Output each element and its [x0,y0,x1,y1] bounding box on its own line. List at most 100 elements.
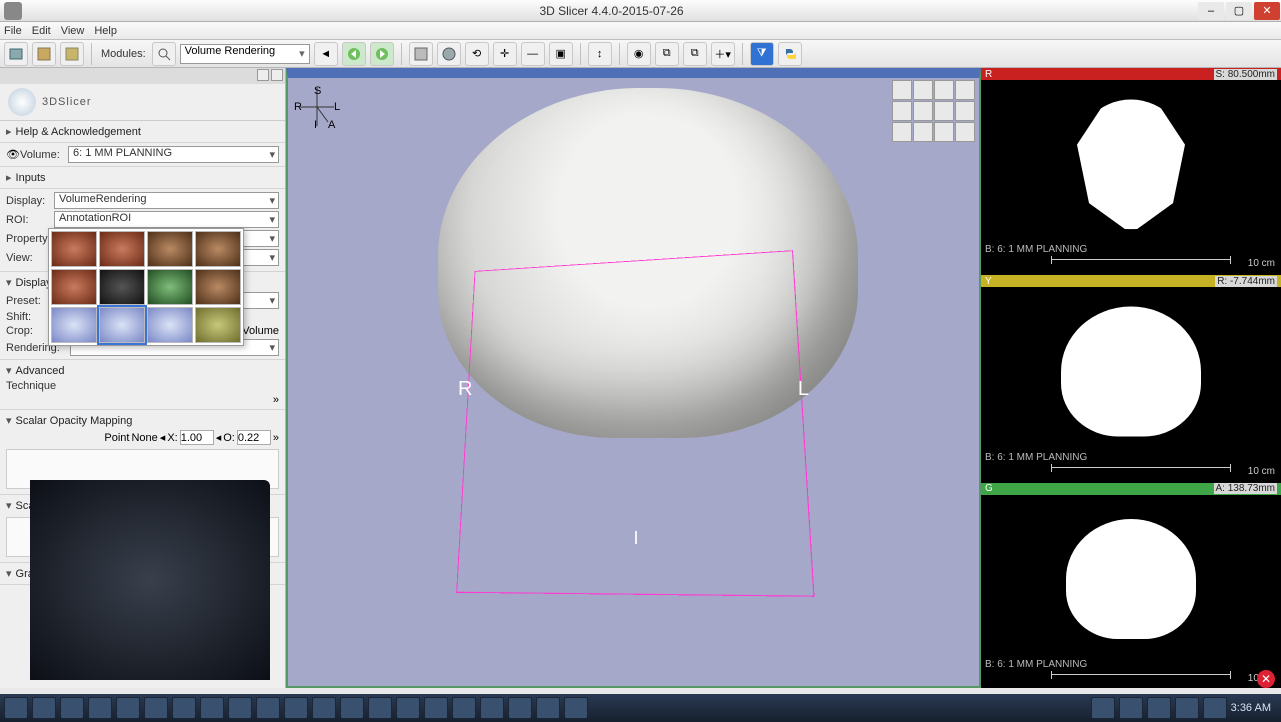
preset-thumb-selected[interactable] [99,307,145,343]
task-item[interactable] [424,697,448,719]
capture-button[interactable]: ◉ [627,42,651,66]
view-rock-icon[interactable] [892,101,912,121]
panel-pin-icon[interactable] [257,69,269,81]
tray-icon[interactable] [1091,697,1115,719]
view-center-icon[interactable] [955,80,975,100]
task-item[interactable] [312,697,336,719]
fit-volume-button[interactable]: Volume [242,325,279,337]
section-scalar-opacity[interactable]: Scalar Opacity Mapping [6,412,279,429]
preset-thumb[interactable] [147,231,193,267]
load-data-button[interactable] [4,42,28,66]
preset-thumb[interactable] [195,231,241,267]
slice-view-yellow[interactable]: YR: -7.744mm B: 6: 1 MM PLANNING 10 cm [981,275,1281,480]
tray-icon[interactable] [1147,697,1171,719]
nav-fwd-button[interactable] [370,42,394,66]
taskbar-clock[interactable]: 3:36 AM [1231,702,1271,714]
start-button[interactable] [4,697,28,719]
x-input[interactable] [180,430,214,445]
task-item[interactable] [200,697,224,719]
task-item[interactable] [228,697,252,719]
section-advanced[interactable]: Advanced [6,362,279,379]
task-item[interactable] [32,697,56,719]
module-history-back-button[interactable]: ◄ [314,42,338,66]
view-ruler-icon[interactable] [955,122,975,142]
view-stereo-icon[interactable] [934,101,954,121]
preset-thumb[interactable] [99,231,145,267]
task-item[interactable] [536,697,560,719]
task-item[interactable] [88,697,112,719]
volume-selector[interactable]: 6: 1 MM PLANNING [68,146,279,163]
window-close-button[interactable]: ✕ [1254,2,1280,20]
preset-thumb[interactable] [51,231,97,267]
window-maximize-button[interactable]: ▢ [1226,2,1252,20]
layout-button[interactable] [409,42,433,66]
task-item[interactable] [396,697,420,719]
slice-view-green[interactable]: GA: 138.73mm B: 6: 1 MM PLANNING 10 cm [981,483,1281,688]
overlay-close-button[interactable]: ✕ [1257,670,1275,688]
ruler-button[interactable]: ― [521,42,545,66]
restore-button[interactable]: ⟲ [465,42,489,66]
preset-thumb[interactable] [51,269,97,305]
menu-file[interactable]: File [4,25,22,37]
preset-thumb[interactable] [195,307,241,343]
view-spin-icon[interactable] [913,101,933,121]
task-item[interactable] [172,697,196,719]
extension-manager-button[interactable]: ⧩ [750,42,774,66]
o-input[interactable] [237,430,271,445]
section-inputs[interactable]: Inputs [6,169,279,186]
nav-back-button[interactable] [342,42,366,66]
task-item[interactable] [256,697,280,719]
menu-view[interactable]: View [61,25,85,37]
add-button[interactable]: ＋▾ [711,42,735,66]
python-console-button[interactable] [778,42,802,66]
section-help[interactable]: Help & Acknowledgement [6,123,279,140]
extensions-button[interactable]: ⧉ [683,42,707,66]
task-item[interactable] [368,697,392,719]
view-visibility-icon[interactable] [892,122,912,142]
o-next-icon[interactable]: » [273,432,279,444]
preset-thumb[interactable] [51,307,97,343]
preset-thumb[interactable] [195,269,241,305]
task-item[interactable] [564,697,588,719]
view-pin-icon[interactable] [892,80,912,100]
x-prev-icon[interactable]: ◂ [160,431,166,444]
task-item[interactable] [452,697,476,719]
scene-views-button[interactable]: ⧉ [655,42,679,66]
task-item[interactable] [144,697,168,719]
view-zoom-out-icon[interactable] [934,80,954,100]
window-minimize-button[interactable]: – [1198,2,1224,20]
view-ortho-icon[interactable] [955,101,975,121]
view-axes-icon[interactable] [934,122,954,142]
view-more-icon[interactable] [913,122,933,142]
task-item[interactable] [480,697,504,719]
task-item[interactable] [508,697,532,719]
tray-icon[interactable] [1203,697,1227,719]
slice-view-red[interactable]: RS: 80.500mm B: 6: 1 MM PLANNING 10 cm [981,68,1281,273]
display-node-selector[interactable]: VolumeRendering [54,192,279,209]
o-prev-icon[interactable]: ◂ [216,431,222,444]
mouse-mode-button[interactable]: ↕ [588,42,612,66]
task-item[interactable] [116,697,140,719]
save-button[interactable] [60,42,84,66]
tray-icon[interactable] [1119,697,1143,719]
panel-close-icon[interactable] [271,69,283,81]
preset-thumb[interactable] [147,269,193,305]
expand-more-icon[interactable]: » [273,394,279,406]
roi-selector[interactable]: AnnotationROI [54,211,279,228]
module-selector[interactable]: Volume Rendering [180,44,310,64]
preset-thumb[interactable] [147,307,193,343]
task-item[interactable] [340,697,364,719]
tray-icon[interactable] [1175,697,1199,719]
screenshot-button[interactable]: ▣ [549,42,573,66]
view-zoom-in-icon[interactable] [913,80,933,100]
layout-alt-button[interactable] [437,42,461,66]
menu-help[interactable]: Help [94,25,117,37]
dicom-button[interactable] [32,42,56,66]
threed-view[interactable]: S R L A I R L I [286,68,981,688]
preset-thumb[interactable] [99,269,145,305]
module-search-button[interactable] [152,42,176,66]
task-item[interactable] [60,697,84,719]
crosshair-button[interactable]: ✛ [493,42,517,66]
menu-edit[interactable]: Edit [32,25,51,37]
task-item[interactable] [284,697,308,719]
